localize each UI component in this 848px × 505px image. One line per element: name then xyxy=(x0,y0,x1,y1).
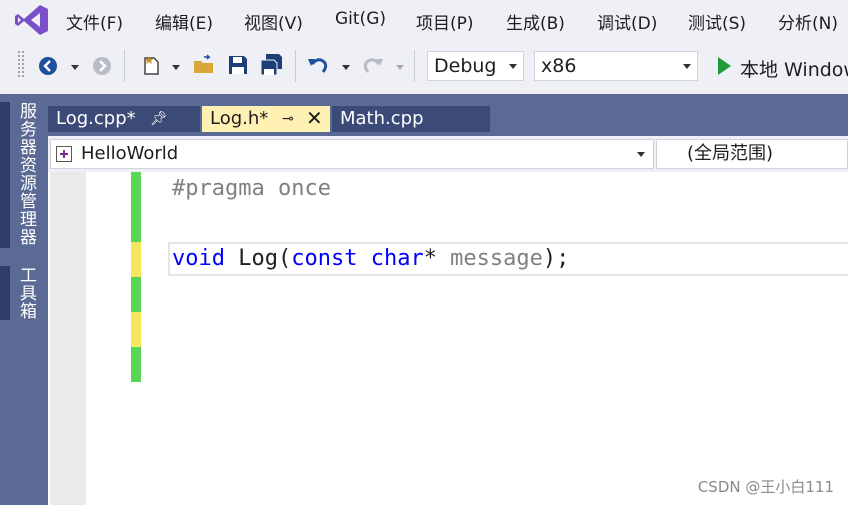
solution-platform-select[interactable]: x86 xyxy=(534,51,698,81)
indicator-margin xyxy=(50,172,86,505)
visual-studio-logo-icon xyxy=(15,5,48,35)
keyword-char: char xyxy=(370,246,424,271)
chevron-down-icon xyxy=(509,64,517,69)
pin-icon[interactable]: ⊸ xyxy=(282,106,294,132)
parameter-name: message xyxy=(436,246,543,271)
scope-name: (全局范围) xyxy=(687,143,774,164)
toolbar-grip[interactable] xyxy=(17,50,25,78)
watermark: CSDN @王小白111 xyxy=(697,478,834,496)
function-name: Log xyxy=(224,246,278,271)
forward-arrow-icon xyxy=(93,57,111,75)
menu-file[interactable]: 文件(F) xyxy=(66,9,123,34)
menu-git[interactable]: Git(G) xyxy=(335,9,386,29)
project-select[interactable]: HelloWorld xyxy=(50,139,654,169)
menu-debug[interactable]: 调试(D) xyxy=(597,9,657,34)
undo-dropdown-icon[interactable] xyxy=(342,65,350,70)
menu-view[interactable]: 视图(V) xyxy=(244,9,303,34)
change-marker-unsaved xyxy=(131,312,141,347)
document-tab-well: Log.cpp* 📌︎ Log.h* ⊸ ✕ Math.cpp xyxy=(48,94,848,136)
menu-test[interactable]: 测试(S) xyxy=(688,9,746,34)
menu-project[interactable]: 项目(P) xyxy=(416,9,474,34)
tab-label: Math.cpp xyxy=(340,108,424,129)
chevron-down-icon xyxy=(683,64,691,69)
configuration-value: Debug xyxy=(434,55,497,77)
redo-dropdown-icon xyxy=(396,65,404,70)
tab-log-h[interactable]: Log.h* ⊸ ✕ xyxy=(202,106,330,132)
open-paren: ( xyxy=(277,246,292,271)
project-icon xyxy=(56,146,72,162)
project-name: HelloWorld xyxy=(81,143,179,164)
menu-bar: 文件(F) 编辑(E) 视图(V) Git(G) 项目(P) 生成(B) 调试(… xyxy=(0,0,848,42)
toolbox-tab[interactable]: 工具箱 xyxy=(14,266,39,320)
server-explorer-tab-indicator xyxy=(0,102,10,248)
toolbox-tab-indicator xyxy=(0,266,10,320)
back-arrow-icon[interactable] xyxy=(38,56,58,76)
tab-label: Log.cpp* xyxy=(56,108,136,129)
menu-build[interactable]: 生成(B) xyxy=(506,9,565,34)
code-line-2: void Log(const char* message); xyxy=(172,246,569,271)
standard-toolbar: Debug x86 本地 Windows xyxy=(0,42,848,94)
new-item-dropdown-icon[interactable] xyxy=(172,65,180,70)
keyword-void: void xyxy=(172,246,225,271)
code-line-1: #pragma once xyxy=(172,176,331,201)
navigation-bar: HelloWorld (全局范围) xyxy=(48,136,848,172)
back-dropdown-icon[interactable] xyxy=(71,65,79,70)
scope-select[interactable]: (全局范围) xyxy=(656,139,848,169)
start-debugging-play-icon[interactable] xyxy=(716,56,732,76)
change-marker-saved xyxy=(131,172,141,242)
tab-log-cpp[interactable]: Log.cpp* 📌︎ xyxy=(48,106,200,132)
undo-icon[interactable] xyxy=(307,55,329,75)
change-marker-saved xyxy=(131,277,141,312)
start-debugging-button[interactable]: 本地 Windows xyxy=(740,55,848,82)
save-all-icon[interactable] xyxy=(259,53,285,77)
platform-value: x86 xyxy=(541,55,577,77)
save-icon[interactable] xyxy=(227,54,249,76)
close-paren-semicolon: ); xyxy=(542,246,570,271)
pointer-star: * xyxy=(423,246,437,271)
change-marker-saved xyxy=(131,347,141,382)
tab-math-cpp[interactable]: Math.cpp xyxy=(332,106,490,132)
menu-edit[interactable]: 编辑(E) xyxy=(155,9,213,34)
change-marker-unsaved xyxy=(131,242,141,277)
chevron-down-icon xyxy=(637,152,645,157)
toolbar-separator xyxy=(124,50,125,82)
pin-icon[interactable]: 📌︎ xyxy=(150,106,168,132)
new-item-icon[interactable] xyxy=(140,54,162,76)
server-explorer-tab[interactable]: 服务器资源管理器 xyxy=(14,102,39,246)
menu-analyze[interactable]: 分析(N) xyxy=(778,9,838,34)
redo-icon xyxy=(363,58,383,73)
tab-label: Log.h* xyxy=(210,108,269,129)
code-editor[interactable]: #pragma once void Log(const char* messag… xyxy=(48,172,848,505)
left-tool-window-strip: 服务器资源管理器 工具箱 xyxy=(0,94,48,505)
preprocessor-directive: #pragma once xyxy=(172,176,331,201)
keyword-const: const xyxy=(291,246,358,271)
toolbar-separator xyxy=(295,50,296,82)
toolbar-separator xyxy=(414,50,415,82)
solution-configuration-select[interactable]: Debug xyxy=(427,51,524,81)
open-folder-icon[interactable] xyxy=(192,54,216,76)
close-icon[interactable]: ✕ xyxy=(306,105,323,131)
